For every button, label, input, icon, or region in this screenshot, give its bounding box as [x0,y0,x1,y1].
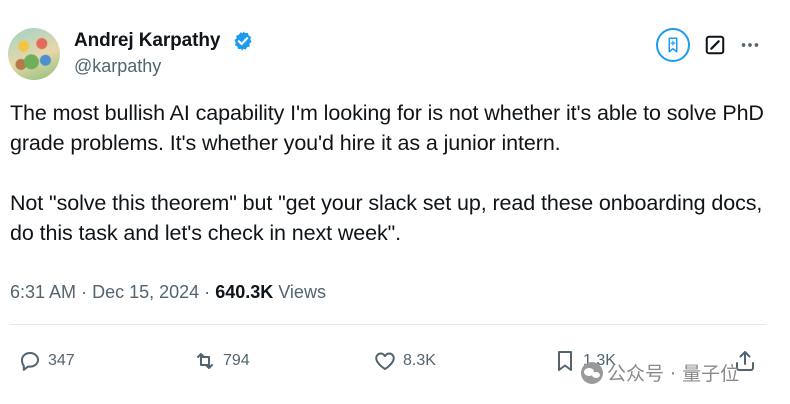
tweet-date[interactable]: Dec 15, 2024 [92,282,199,302]
grok-icon [668,37,678,53]
more-button[interactable] [738,33,762,57]
edit-button[interactable] [703,33,727,57]
watermark: 公众号 · 量子位 [581,359,739,386]
heart-icon [375,352,395,370]
retweet-button[interactable]: 794 [193,348,250,374]
views-label: Views [278,282,326,302]
retweet-count: 794 [223,352,250,369]
bookmark-icon [558,351,572,371]
views-count: 640.3K [215,282,274,302]
more-icon [741,43,759,47]
grok-button[interactable] [656,28,690,62]
author-handle[interactable]: @karpathy [74,56,161,77]
verified-badge-icon [234,31,252,51]
tweet-card: Andrej Karpathy @karpathy The most bulli… [0,0,790,404]
tweet-text: The most bullish AI capability I'm looki… [10,98,780,248]
tweet-paragraph: The most bullish AI capability I'm looki… [10,101,764,155]
edit-icon [705,35,725,55]
tweet-meta: 6:31 AM · Dec 15, 2024 · 640.3K Views [10,282,326,303]
divider [10,324,766,325]
watermark-text: 公众号 · 量子位 [607,363,740,385]
reply-button[interactable]: 347 [18,348,75,374]
tweet-time[interactable]: 6:31 AM [10,282,76,302]
author-name[interactable]: Andrej Karpathy [74,30,220,52]
avatar[interactable] [8,28,60,80]
meta-separator: · [204,282,211,302]
tweet-paragraph: Not "solve this theorem" but "get your s… [10,191,763,245]
like-count: 8.3K [403,352,436,369]
retweet-icon [197,353,213,369]
reply-count: 347 [48,352,75,369]
wechat-icon [581,361,603,384]
meta-separator: · [81,282,88,302]
reply-icon [21,352,39,371]
like-button[interactable]: 8.3K [373,348,436,374]
